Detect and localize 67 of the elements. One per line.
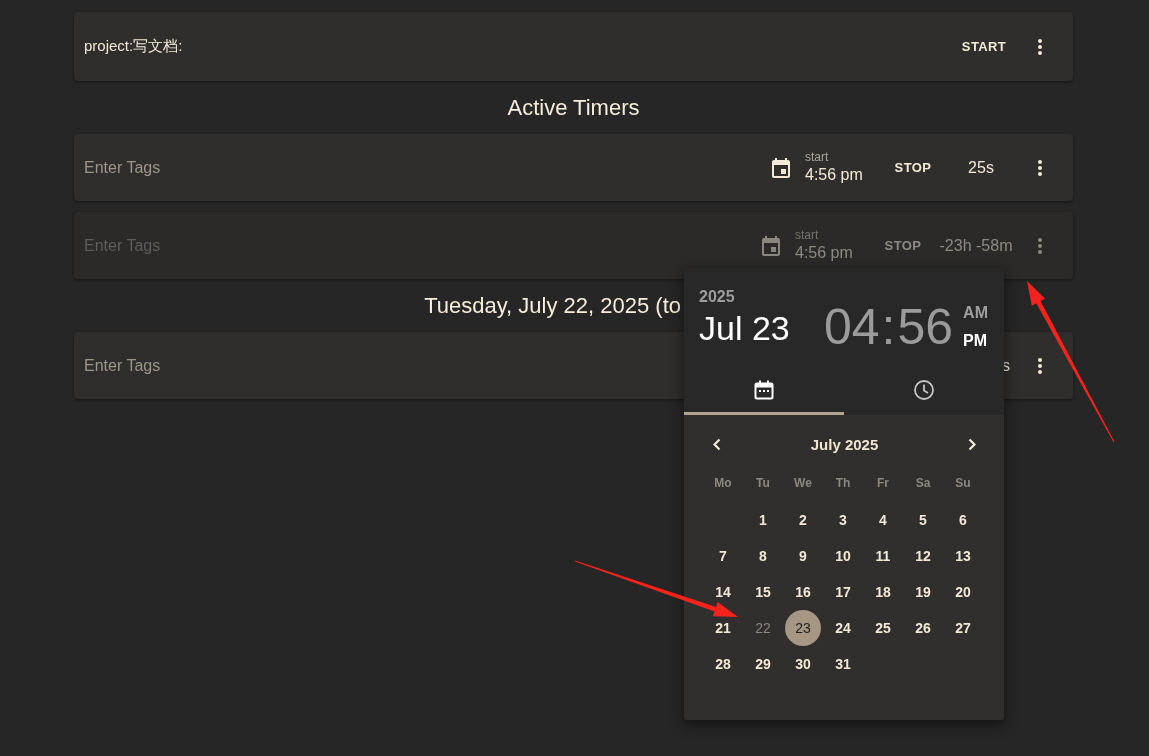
calendar-day[interactable]: 3 — [830, 512, 856, 528]
weekday-label: Th — [835, 476, 851, 490]
calendar-day[interactable]: 19 — [910, 584, 936, 600]
start-button[interactable]: START — [952, 29, 1016, 64]
calendar-day[interactable]: 27 — [950, 620, 976, 636]
weekday-label: Mo — [714, 476, 732, 490]
stop-button[interactable]: STOP — [881, 150, 945, 185]
calendar-day[interactable]: 25 — [870, 620, 896, 636]
chevron-right-icon — [968, 437, 976, 451]
calendar-day[interactable]: 29 — [750, 656, 776, 672]
month-label: July 2025 — [810, 435, 879, 453]
calendar-day[interactable]: 28 — [710, 656, 736, 672]
three-dots-icon — [1038, 237, 1042, 254]
weekday-label: Su — [955, 476, 971, 490]
calendar-day[interactable]: 18 — [870, 584, 896, 600]
calendar-day[interactable]: 12 — [910, 548, 936, 564]
start-label: start — [795, 227, 820, 242]
calendar-day[interactable]: 16 — [790, 584, 816, 600]
calendar-day[interactable]: 15 — [750, 584, 776, 600]
time-separator: : — [881, 300, 896, 354]
calendar-day[interactable]: 7 — [710, 548, 736, 564]
start-time: 4:56 pm — [795, 242, 854, 263]
calendar-day[interactable]: 30 — [790, 656, 816, 672]
calendar-day[interactable]: 5 — [910, 512, 936, 528]
calendar-day[interactable]: 17 — [830, 584, 856, 600]
project-name: project:写文档: — [84, 37, 183, 56]
calendar-day[interactable]: 31 — [830, 656, 856, 672]
period-button[interactable]: PM — [963, 327, 988, 355]
calendar-day[interactable]: 20 — [950, 584, 976, 600]
elapsed-time: -23h -58m — [938, 236, 1014, 255]
date-heading: Tuesday, July 22, 2025 (to — [424, 292, 681, 319]
calendar-day[interactable]: 2 — [790, 512, 816, 528]
year-label[interactable]: 2025 — [699, 288, 790, 306]
tags-field[interactable]: Enter Tags — [84, 156, 752, 179]
weekday-label: Fr — [877, 476, 889, 490]
calendar-day[interactable]: 14 — [710, 584, 736, 600]
section-heading: Active Timers — [507, 94, 640, 121]
weekday-label: We — [794, 476, 812, 490]
calendar-day[interactable]: 4 — [870, 512, 896, 528]
start-label: start — [805, 149, 830, 164]
calendar-day[interactable]: 6 — [950, 512, 976, 528]
calendar-day[interactable]: 23 — [785, 610, 821, 646]
clock-icon — [914, 380, 934, 400]
calendar-day[interactable]: 11 — [870, 548, 896, 564]
calendar-day[interactable]: 13 — [950, 548, 976, 564]
three-dots-icon — [1038, 38, 1042, 55]
elapsed-time: 25s — [967, 158, 995, 177]
tags-field[interactable]: Enter Tags — [84, 354, 604, 377]
weekday-label: Tu — [756, 476, 770, 490]
calendar-icon — [754, 380, 774, 400]
weekday-label: Sa — [915, 476, 931, 490]
calendar-day[interactable]: 24 — [830, 620, 856, 636]
calendar-day[interactable]: 8 — [750, 548, 776, 564]
calendar-day[interactable]: 26 — [910, 620, 936, 636]
selected-date-label[interactable]: Jul 23 — [699, 306, 790, 350]
calendar-day[interactable]: 21 — [710, 620, 736, 636]
minute-display[interactable]: 56 — [897, 300, 954, 354]
calendar-day[interactable]: 10 — [830, 548, 856, 564]
hour-display[interactable]: 04 — [823, 300, 880, 354]
calendar-day[interactable]: 9 — [790, 548, 816, 564]
chevron-left-icon — [713, 437, 721, 451]
period-button[interactable]: AM — [963, 299, 988, 327]
start-time: 4:56 pm — [805, 164, 864, 185]
three-dots-icon — [1038, 159, 1042, 176]
three-dots-icon — [1038, 357, 1042, 374]
calendar-icon[interactable] — [772, 157, 790, 178]
calendar-day[interactable]: 1 — [750, 512, 776, 528]
